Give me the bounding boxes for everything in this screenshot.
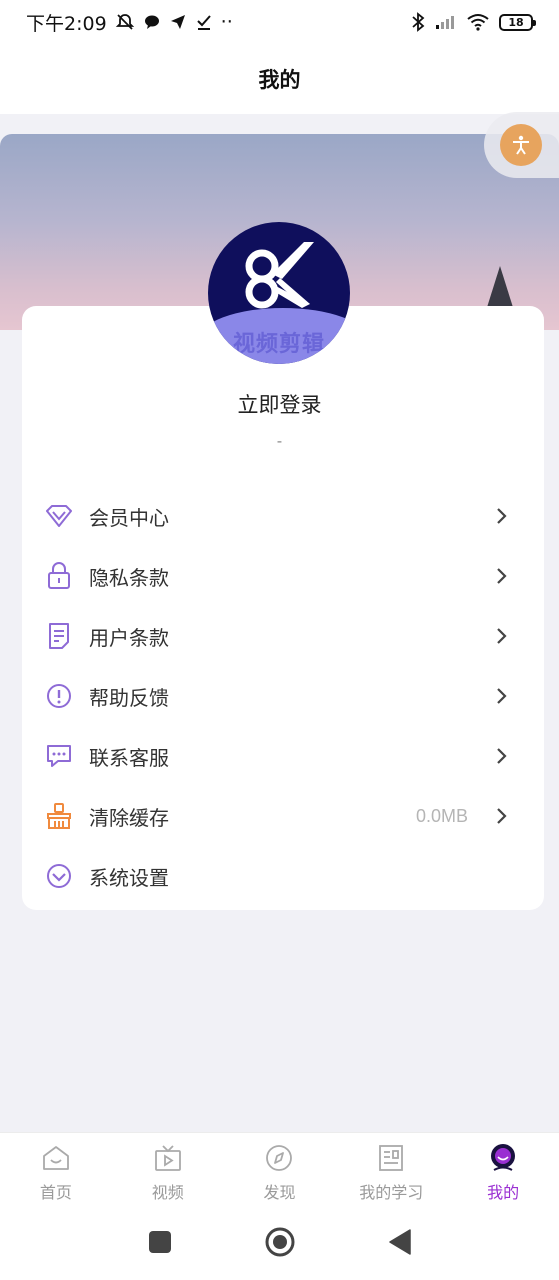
menu-item-user-terms[interactable]: 用户条款 bbox=[22, 606, 544, 666]
compass-icon bbox=[264, 1143, 294, 1173]
circle-home-icon bbox=[265, 1227, 294, 1257]
wifi-icon bbox=[467, 13, 489, 31]
menu-label: 联系客服 bbox=[89, 745, 169, 770]
home-icon bbox=[41, 1143, 71, 1173]
menu-label: 隐私条款 bbox=[89, 565, 169, 590]
page-header: 我的 bbox=[0, 44, 559, 114]
settings-check-icon bbox=[44, 861, 74, 891]
tab-video[interactable]: 视频 bbox=[112, 1133, 224, 1208]
menu-item-vip-center[interactable]: 会员中心 bbox=[22, 486, 544, 546]
status-more: ·· bbox=[220, 11, 233, 33]
document-icon bbox=[44, 621, 74, 651]
tab-discover[interactable]: 发现 bbox=[224, 1133, 336, 1208]
menu-label: 会员中心 bbox=[89, 505, 169, 530]
bell-muted-icon bbox=[115, 12, 135, 32]
exclamation-icon bbox=[44, 681, 74, 711]
status-left: 下午2:09 ·· bbox=[26, 9, 233, 36]
menu-item-privacy[interactable]: 隐私条款 bbox=[22, 546, 544, 606]
chat-icon bbox=[44, 741, 74, 771]
chevron-right-icon bbox=[496, 746, 510, 766]
user-subtitle: - bbox=[276, 432, 283, 450]
login-button[interactable]: 立即登录 bbox=[0, 389, 559, 419]
diamond-icon bbox=[44, 501, 74, 531]
tab-label: 我的 bbox=[487, 1183, 520, 1202]
settings-menu: 会员中心 隐私条款 用户条款 帮助反馈 联系客服 清除缓存 0.0MB 系统设置 bbox=[22, 486, 544, 906]
tab-label: 视频 bbox=[151, 1183, 184, 1202]
bluetooth-icon bbox=[411, 12, 425, 32]
chevron-right-icon bbox=[496, 806, 510, 826]
tab-label: 发现 bbox=[263, 1183, 296, 1202]
tab-my-learning[interactable]: 我的学习 bbox=[335, 1133, 447, 1208]
bottom-tab-bar: 首页 视频 发现 我的学习 我的 bbox=[0, 1132, 559, 1208]
signal-icon bbox=[435, 14, 457, 30]
status-bar: 下午2:09 ·· 18 bbox=[0, 0, 559, 44]
chevron-right-icon bbox=[496, 626, 510, 646]
menu-label: 用户条款 bbox=[89, 625, 169, 650]
menu-label: 帮助反馈 bbox=[89, 685, 169, 710]
menu-item-system-settings[interactable]: 系统设置 bbox=[22, 846, 544, 906]
send-icon bbox=[169, 13, 187, 31]
menu-item-clear-cache[interactable]: 清除缓存 0.0MB bbox=[22, 786, 544, 846]
tab-label: 我的学习 bbox=[359, 1183, 424, 1202]
menu-label: 系统设置 bbox=[89, 865, 169, 890]
status-time: 下午2:09 bbox=[26, 12, 107, 35]
menu-item-help-feedback[interactable]: 帮助反馈 bbox=[22, 666, 544, 726]
chevron-right-icon bbox=[496, 506, 510, 526]
checklist-icon bbox=[195, 13, 213, 31]
home-button[interactable] bbox=[264, 1226, 296, 1262]
lock-icon bbox=[44, 561, 74, 591]
chevron-right-icon bbox=[496, 566, 510, 586]
accessibility-icon bbox=[500, 124, 542, 166]
tv-icon bbox=[153, 1143, 183, 1173]
tab-mine[interactable]: 我的 bbox=[447, 1133, 559, 1208]
notebook-icon bbox=[376, 1143, 406, 1173]
floating-accessibility-button[interactable] bbox=[484, 112, 559, 178]
profile-icon bbox=[488, 1143, 518, 1173]
page-title: 我的 bbox=[258, 68, 301, 92]
battery-level: 18 bbox=[508, 15, 524, 29]
avatar[interactable]: 视频剪辑 bbox=[208, 222, 350, 364]
back-button[interactable] bbox=[388, 1229, 412, 1259]
chevron-right-icon bbox=[496, 686, 510, 706]
tab-label: 首页 bbox=[39, 1183, 72, 1202]
square-icon bbox=[148, 1231, 171, 1253]
avatar-text: 视频剪辑 bbox=[232, 332, 325, 357]
cache-size: 0.0MB bbox=[415, 805, 468, 826]
recent-apps-button[interactable] bbox=[148, 1230, 172, 1258]
broom-icon bbox=[44, 801, 74, 831]
menu-label: 清除缓存 bbox=[89, 805, 169, 830]
message-bubble-icon bbox=[143, 13, 161, 31]
system-navigation-bar bbox=[0, 1208, 559, 1280]
tab-home[interactable]: 首页 bbox=[0, 1133, 112, 1208]
status-right: 18 bbox=[411, 12, 536, 32]
back-triangle-icon bbox=[388, 1229, 411, 1255]
battery-icon: 18 bbox=[499, 13, 536, 31]
menu-item-customer-service[interactable]: 联系客服 bbox=[22, 726, 544, 786]
